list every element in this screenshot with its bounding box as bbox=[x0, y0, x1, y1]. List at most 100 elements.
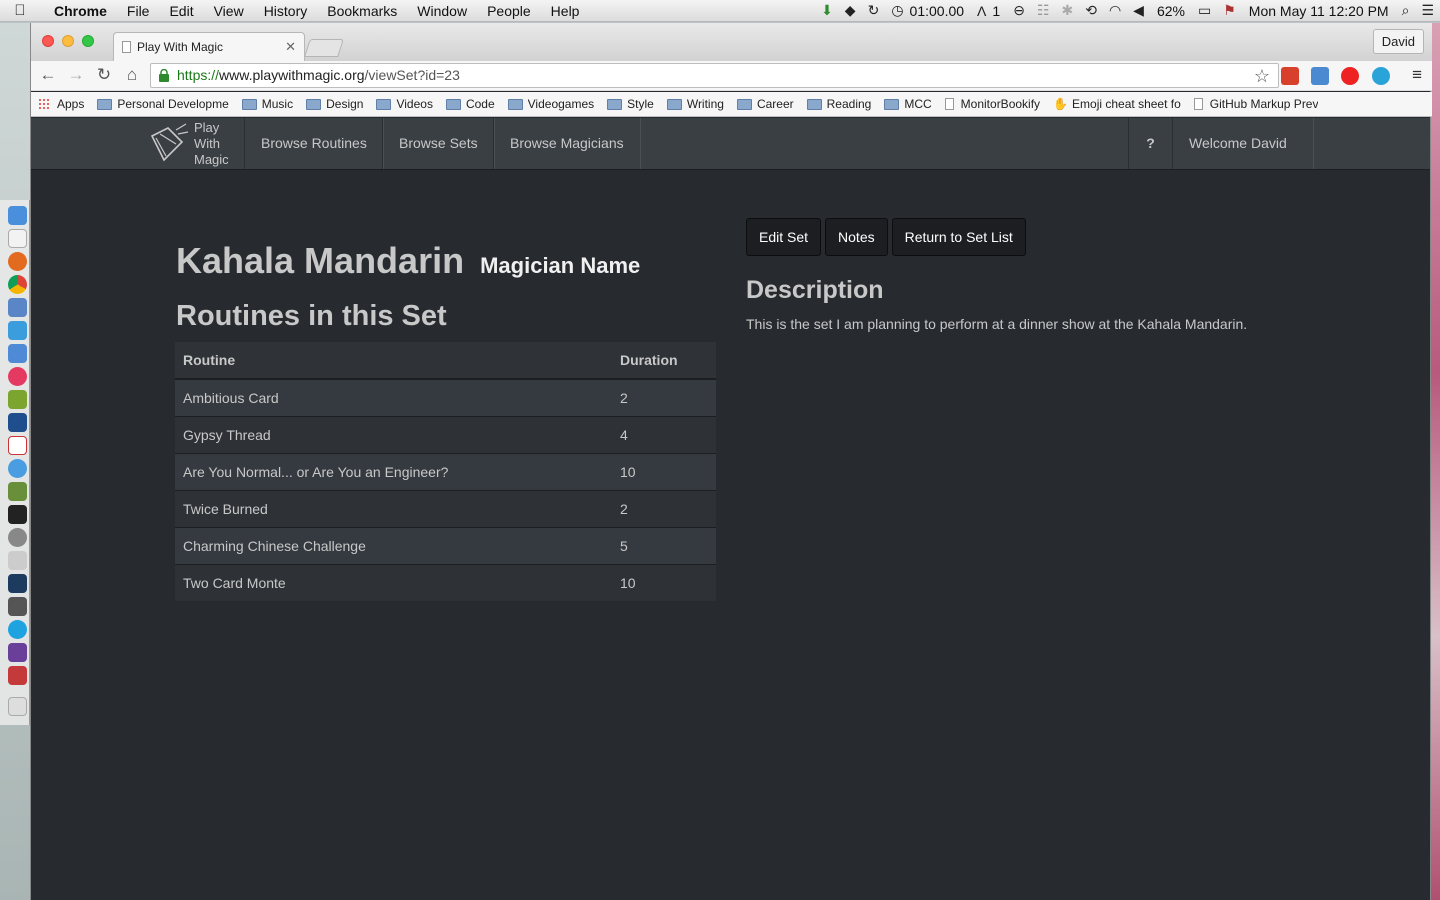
menu-help[interactable]: Help bbox=[541, 3, 590, 19]
bookmark-item[interactable]: MonitorBookify bbox=[944, 97, 1040, 111]
kindle-icon[interactable] bbox=[8, 574, 27, 593]
volume-icon[interactable]: ◀ bbox=[1127, 2, 1150, 19]
grid-icon[interactable]: ☷ bbox=[1031, 2, 1056, 19]
bluetooth-icon[interactable]: ✱ bbox=[1055, 2, 1079, 19]
home-icon[interactable]: ⌂ bbox=[121, 65, 143, 85]
menu-bookmarks[interactable]: Bookmarks bbox=[317, 3, 407, 19]
menu-history[interactable]: History bbox=[254, 3, 318, 19]
menu-app-name[interactable]: Chrome bbox=[40, 3, 117, 19]
bookmark-item[interactable]: Videogames bbox=[507, 97, 594, 111]
minimize-window-button[interactable] bbox=[62, 35, 74, 47]
time-machine-icon[interactable]: ⟲ bbox=[1079, 2, 1103, 19]
routine-name[interactable]: Gypsy Thread bbox=[175, 415, 612, 453]
wifi-icon[interactable]: ◠ bbox=[1103, 2, 1127, 19]
routine-name[interactable]: Twice Burned bbox=[175, 489, 612, 527]
github-icon[interactable] bbox=[8, 643, 27, 662]
close-tab-icon[interactable]: ✕ bbox=[285, 39, 296, 55]
menu-people[interactable]: People bbox=[477, 3, 541, 19]
reload-icon[interactable]: ↻ bbox=[93, 65, 115, 85]
bookmark-item[interactable]: MCC bbox=[884, 97, 932, 111]
dreamweaver-icon[interactable] bbox=[8, 390, 27, 409]
bookmark-item[interactable]: Videos bbox=[376, 97, 433, 111]
adobe-icon[interactable]: Λ bbox=[971, 3, 992, 19]
table-row[interactable]: Two Card Monte 10 bbox=[175, 563, 716, 601]
timer-readout[interactable]: 01:00.00 bbox=[910, 3, 972, 19]
routine-name[interactable]: Ambitious Card bbox=[175, 378, 612, 416]
preview-icon[interactable] bbox=[8, 298, 27, 317]
itunes-icon[interactable] bbox=[8, 367, 27, 386]
table-row[interactable]: Twice Burned 2 bbox=[175, 489, 716, 527]
sync-icon[interactable]: ↻ bbox=[862, 2, 886, 19]
app-icon[interactable] bbox=[8, 551, 27, 570]
skype-icon[interactable] bbox=[8, 620, 27, 639]
battery-icon[interactable]: ▭ bbox=[1192, 2, 1217, 19]
bookmark-item[interactable]: Personal Developme bbox=[97, 97, 229, 111]
profile-button[interactable]: David bbox=[1372, 29, 1424, 54]
finder-icon[interactable] bbox=[8, 206, 27, 225]
jira-icon[interactable] bbox=[8, 321, 27, 340]
notes-button[interactable]: Notes bbox=[825, 218, 888, 256]
ghostery-icon[interactable] bbox=[1372, 67, 1390, 85]
minecraft-icon[interactable] bbox=[8, 482, 27, 501]
table-row[interactable]: Gypsy Thread 4 bbox=[175, 415, 716, 453]
bookmark-item[interactable]: Writing bbox=[666, 97, 724, 111]
bookmark-item[interactable]: Apps bbox=[38, 97, 84, 111]
datetime[interactable]: Mon May 11 12:20 PM bbox=[1242, 3, 1396, 19]
photoshop-icon[interactable] bbox=[8, 413, 27, 432]
notification-center-icon[interactable]: ☰ bbox=[1415, 2, 1440, 19]
menu-window[interactable]: Window bbox=[407, 3, 477, 19]
cast-icon[interactable] bbox=[1311, 67, 1329, 85]
magician-name-link[interactable]: Magician Name bbox=[480, 253, 640, 278]
menu-file[interactable]: File bbox=[117, 3, 160, 19]
battery-percent[interactable]: 62% bbox=[1150, 3, 1192, 19]
nav-browse-sets[interactable]: Browse Sets bbox=[382, 118, 495, 169]
bookmark-item[interactable]: Code bbox=[445, 97, 495, 111]
apple-menu-icon[interactable]:  bbox=[0, 2, 40, 19]
spotlight-icon[interactable]: ⌕ bbox=[1396, 2, 1416, 19]
address-bar[interactable]: https://www.playwithmagic.org/viewSet?id… bbox=[150, 63, 1279, 88]
menu-edit[interactable]: Edit bbox=[159, 3, 203, 19]
close-window-button[interactable] bbox=[42, 35, 54, 47]
forward-icon[interactable]: → bbox=[65, 65, 87, 85]
chrome-menu-icon[interactable]: ≡ bbox=[1412, 65, 1422, 85]
system-preferences-icon[interactable] bbox=[8, 528, 27, 547]
user-menu-toggle[interactable]: Welcome David bbox=[1172, 118, 1314, 198]
terminal-icon[interactable] bbox=[8, 505, 27, 524]
bookmark-item[interactable]: Career bbox=[736, 97, 794, 111]
chrome-icon[interactable] bbox=[8, 275, 27, 294]
table-row[interactable]: Charming Chinese Challenge 5 bbox=[175, 526, 716, 564]
bookmark-item[interactable]: Reading bbox=[806, 97, 871, 111]
flag-icon[interactable]: ⚑ bbox=[1217, 2, 1242, 19]
tab-play-with-magic[interactable]: Play With Magic ✕ bbox=[113, 32, 305, 61]
nav-browse-routines[interactable]: Browse Routines bbox=[244, 118, 384, 169]
sketch-icon[interactable] bbox=[8, 666, 27, 685]
mail-icon[interactable] bbox=[8, 459, 27, 478]
bookmark-item[interactable]: Music bbox=[241, 97, 293, 111]
back-icon[interactable]: ← bbox=[37, 65, 59, 85]
nav-browse-magicians[interactable]: Browse Magicians bbox=[493, 118, 641, 169]
table-row[interactable]: Ambitious Card 2 bbox=[175, 378, 716, 416]
new-tab-button[interactable] bbox=[304, 39, 344, 57]
return-to-set-list-button[interactable]: Return to Set List bbox=[891, 218, 1026, 256]
table-row[interactable]: Are You Normal... or Are You an Engineer… bbox=[175, 452, 716, 490]
calendar-icon[interactable] bbox=[8, 436, 27, 455]
routine-name[interactable]: Charming Chinese Challenge bbox=[175, 526, 612, 564]
bookmark-star-icon[interactable]: ☆ bbox=[1254, 65, 1270, 88]
help-link[interactable]: ? bbox=[1128, 118, 1173, 169]
extension-red-icon[interactable] bbox=[1281, 67, 1299, 85]
do-not-disturb-icon[interactable]: ⊖ bbox=[1007, 2, 1031, 19]
trash-icon[interactable] bbox=[8, 697, 27, 716]
menu-view[interactable]: View bbox=[204, 3, 254, 19]
routine-name[interactable]: Are You Normal... or Are You an Engineer… bbox=[175, 452, 612, 490]
download-icon[interactable]: ⬇ bbox=[815, 2, 839, 19]
bookmark-item[interactable]: GitHub Markup Prev bbox=[1193, 97, 1318, 111]
evernote-icon[interactable]: ◆ bbox=[839, 2, 862, 19]
firefox-icon[interactable] bbox=[8, 252, 27, 271]
bookmark-item[interactable]: ✋ Emoji cheat sheet fo bbox=[1053, 97, 1181, 111]
textedit-icon[interactable] bbox=[8, 229, 27, 248]
maximize-window-button[interactable] bbox=[82, 35, 94, 47]
bookmark-item[interactable]: Style bbox=[607, 97, 654, 111]
adblock-icon[interactable] bbox=[1341, 67, 1359, 85]
edit-set-button[interactable]: Edit Set bbox=[746, 218, 822, 256]
routine-name[interactable]: Two Card Monte bbox=[175, 563, 612, 601]
